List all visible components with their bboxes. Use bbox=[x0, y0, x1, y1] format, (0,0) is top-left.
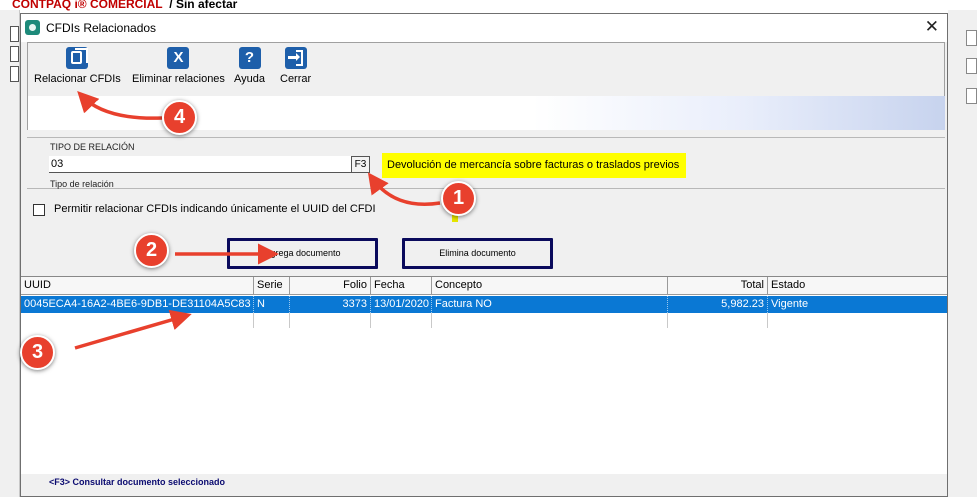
help-label: Ayuda bbox=[234, 73, 265, 85]
close-icon[interactable]: ✕ bbox=[925, 18, 939, 36]
related-documents-table: UUID Serie Folio Fecha Concepto Total Es… bbox=[21, 276, 947, 476]
yellow-marker bbox=[452, 215, 458, 222]
background-field bbox=[966, 58, 977, 74]
callout-badge-2: 2 bbox=[134, 233, 169, 268]
cell-folio: 3373 bbox=[290, 296, 371, 313]
relation-lookup-button[interactable]: F3 bbox=[351, 156, 370, 173]
table-header: UUID Serie Folio Fecha Concepto Total Es… bbox=[21, 277, 947, 295]
cell-total: 5,982.23 bbox=[668, 296, 768, 313]
callout-badge-3: 3 bbox=[20, 335, 55, 370]
table-row-empty[interactable] bbox=[21, 313, 947, 328]
column-header-uuid[interactable]: UUID bbox=[21, 277, 254, 295]
table-row[interactable]: 0045ECA4-16A2-4BE6-9DB1-DE31104A5C83 N 3… bbox=[21, 296, 947, 313]
empty-cell bbox=[668, 313, 768, 328]
relate-cfdis-button[interactable]: Relacionar CFDIs bbox=[34, 47, 121, 85]
column-header-concepto[interactable]: Concepto bbox=[432, 277, 668, 295]
add-document-button[interactable]: Agrega documento bbox=[227, 238, 378, 269]
background-field bbox=[10, 66, 19, 82]
background-right-panel bbox=[948, 10, 977, 497]
relation-type-input[interactable] bbox=[49, 156, 351, 173]
question-icon: ? bbox=[238, 47, 261, 69]
uuid-only-label: Permitir relacionar CFDIs indicando únic… bbox=[54, 203, 376, 215]
relate-cfdis-label: Relacionar CFDIs bbox=[34, 73, 121, 85]
empty-cell bbox=[254, 313, 290, 328]
status-bar: <F3> Consultar documento seleccionado bbox=[21, 474, 947, 496]
cell-fecha: 13/01/2020 bbox=[371, 296, 432, 313]
callout-badge-1: 1 bbox=[441, 181, 476, 216]
background-field bbox=[10, 46, 19, 62]
background-field bbox=[966, 88, 977, 104]
relation-type-description: Devolución de mercancía sobre facturas o… bbox=[382, 153, 686, 178]
app-title: CONTPAQ i® COMERCIAL / Sin afectar bbox=[12, 0, 237, 11]
cell-estado: Vigente bbox=[771, 298, 809, 310]
column-header-fecha[interactable]: Fecha bbox=[371, 277, 432, 295]
uuid-only-checkbox[interactable] bbox=[33, 204, 45, 216]
column-header-serie[interactable]: Serie bbox=[254, 277, 290, 295]
column-header-folio[interactable]: Folio bbox=[290, 277, 371, 295]
background-field bbox=[966, 30, 977, 46]
cell-uuid: 0045ECA4-16A2-4BE6-9DB1-DE31104A5C83 bbox=[21, 296, 254, 313]
exit-door-icon bbox=[284, 47, 307, 69]
relation-type-panel: TIPO DE RELACIÓN F3 Devolución de mercan… bbox=[27, 137, 945, 189]
close-label: Cerrar bbox=[280, 73, 312, 85]
empty-cell bbox=[21, 313, 254, 328]
cell-concepto: Factura NO bbox=[432, 296, 668, 313]
app-subtitle: / Sin afectar bbox=[169, 0, 238, 11]
app-logo-icon bbox=[25, 20, 40, 35]
close-button[interactable]: Cerrar bbox=[280, 47, 311, 85]
help-button[interactable]: ? Ayuda bbox=[234, 47, 265, 85]
empty-cell bbox=[290, 313, 371, 328]
empty-cell bbox=[371, 313, 432, 328]
toolbar: Relacionar CFDIs X Eliminar relaciones ?… bbox=[27, 42, 945, 96]
column-header-total[interactable]: Total bbox=[668, 277, 768, 295]
relation-type-heading: TIPO DE RELACIÓN bbox=[50, 142, 135, 152]
delete-x-icon: X bbox=[167, 47, 190, 69]
delete-document-button[interactable]: Elimina documento bbox=[402, 238, 553, 269]
remove-relations-button[interactable]: X Eliminar relaciones bbox=[132, 47, 225, 85]
remove-relations-label: Eliminar relaciones bbox=[132, 73, 225, 85]
background-left-panel bbox=[0, 10, 20, 497]
copy-documents-icon bbox=[66, 47, 89, 69]
status-hint: <F3> Consultar documento seleccionado bbox=[49, 477, 226, 487]
background-field bbox=[10, 26, 19, 42]
cell-serie: N bbox=[254, 296, 290, 313]
app-title-text: CONTPAQ i® COMERCIAL bbox=[12, 0, 163, 11]
empty-cell bbox=[432, 313, 668, 328]
column-header-estado[interactable]: Estado bbox=[768, 277, 947, 295]
dialog-titlebar: CFDIs Relacionados ✕ bbox=[21, 14, 947, 42]
callout-badge-4: 4 bbox=[162, 100, 197, 135]
dialog-title: CFDIs Relacionados bbox=[46, 21, 157, 35]
relation-type-caption: Tipo de relación bbox=[50, 179, 114, 189]
